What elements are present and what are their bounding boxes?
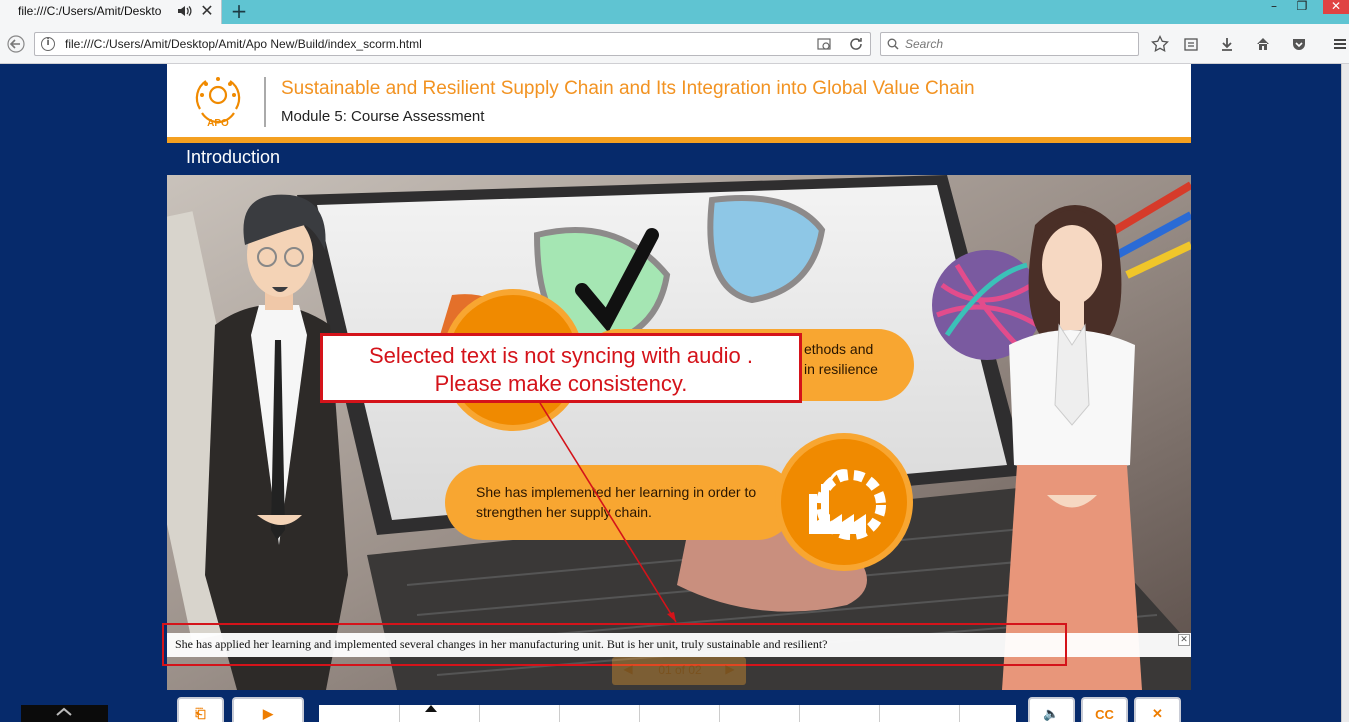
annotation-line1: Selected text is not syncing with audio …: [369, 343, 753, 368]
next-page-icon[interactable]: ▶: [722, 662, 738, 676]
annotation-line2: Please make consistency.: [434, 371, 688, 396]
caption-close-icon[interactable]: ✕: [1178, 634, 1190, 646]
audio-icon: 🔈: [1043, 706, 1060, 721]
taskbar-fragment: [21, 705, 108, 722]
exit-button[interactable]: ⎗: [177, 697, 224, 722]
audio-button[interactable]: 🔈: [1028, 697, 1075, 722]
page-label: 01 of 02: [658, 663, 702, 677]
play-button[interactable]: ▶: [232, 697, 304, 722]
cc-button[interactable]: CC: [1081, 697, 1128, 722]
close-icon: ✕: [1152, 706, 1163, 721]
progress-bar[interactable]: [319, 705, 1016, 722]
prev-page-icon[interactable]: ◀: [620, 662, 636, 676]
progress-handle[interactable]: [424, 705, 437, 712]
cc-icon: CC: [1095, 707, 1114, 722]
close-course-button[interactable]: ✕: [1134, 697, 1181, 722]
page-indicator: ◀ 01 of 02 ▶: [612, 657, 746, 685]
annotation-callout: Selected text is not syncing with audio …: [320, 333, 802, 403]
exit-icon: ⎗: [195, 706, 206, 721]
play-icon: ▶: [263, 706, 273, 721]
